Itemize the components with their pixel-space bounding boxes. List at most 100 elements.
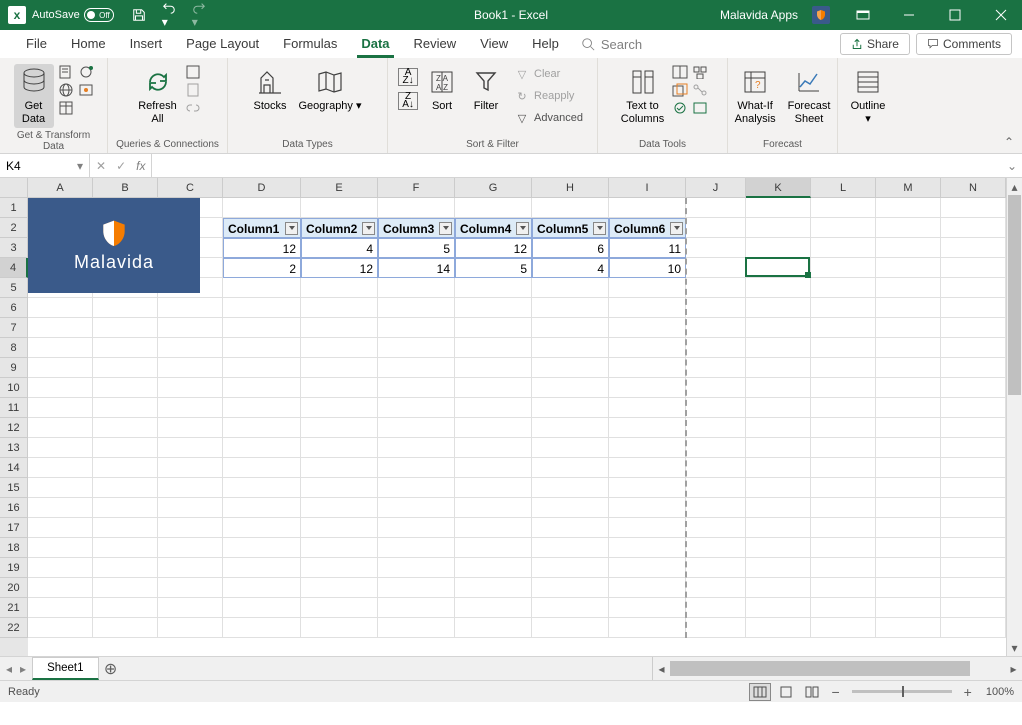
cell-A20[interactable] <box>28 578 93 598</box>
cell-D1[interactable] <box>223 198 301 218</box>
cell-H12[interactable] <box>532 418 609 438</box>
cell-M22[interactable] <box>876 618 941 638</box>
cell-N22[interactable] <box>941 618 1006 638</box>
col-header-C[interactable]: C <box>158 178 223 198</box>
cell-J2[interactable] <box>686 218 746 238</box>
cell-F2[interactable]: Column3 <box>378 218 455 238</box>
cell-A9[interactable] <box>28 358 93 378</box>
cell-K7[interactable] <box>746 318 811 338</box>
menu-tab-help[interactable]: Help <box>520 30 571 58</box>
cell-F7[interactable] <box>378 318 455 338</box>
sort-button[interactable]: Z AA Z Sort <box>422 64 462 115</box>
fx-icon[interactable]: fx <box>136 159 145 173</box>
cell-K6[interactable] <box>746 298 811 318</box>
cell-J15[interactable] <box>686 478 746 498</box>
cell-D18[interactable] <box>223 538 301 558</box>
cell-E12[interactable] <box>301 418 378 438</box>
cell-H16[interactable] <box>532 498 609 518</box>
whatif-analysis-button[interactable]: ? What-IfAnalysis <box>731 64 780 128</box>
col-header-H[interactable]: H <box>532 178 609 198</box>
cell-E19[interactable] <box>301 558 378 578</box>
consolidate-icon[interactable] <box>692 64 708 80</box>
cell-C20[interactable] <box>158 578 223 598</box>
cell-M13[interactable] <box>876 438 941 458</box>
cell-N21[interactable] <box>941 598 1006 618</box>
cell-L21[interactable] <box>811 598 876 618</box>
cell-B22[interactable] <box>93 618 158 638</box>
col-header-I[interactable]: I <box>609 178 686 198</box>
cell-M4[interactable] <box>876 258 941 278</box>
cell-C10[interactable] <box>158 378 223 398</box>
col-header-N[interactable]: N <box>941 178 1006 198</box>
cell-L16[interactable] <box>811 498 876 518</box>
cell-E14[interactable] <box>301 458 378 478</box>
cell-L11[interactable] <box>811 398 876 418</box>
minimize-button[interactable] <box>888 0 930 30</box>
cell-K12[interactable] <box>746 418 811 438</box>
cell-I7[interactable] <box>609 318 686 338</box>
properties-icon[interactable] <box>185 82 201 98</box>
cell-B7[interactable] <box>93 318 158 338</box>
cell-H14[interactable] <box>532 458 609 478</box>
cell-I22[interactable] <box>609 618 686 638</box>
cell-L9[interactable] <box>811 358 876 378</box>
expand-formula-icon[interactable]: ⌄ <box>1002 154 1022 177</box>
cell-G12[interactable] <box>455 418 532 438</box>
cell-L2[interactable] <box>811 218 876 238</box>
cell-L3[interactable] <box>811 238 876 258</box>
cell-E2[interactable]: Column2 <box>301 218 378 238</box>
row-header-15[interactable]: 15 <box>0 478 28 498</box>
cell-H22[interactable] <box>532 618 609 638</box>
cell-F5[interactable] <box>378 278 455 298</box>
normal-view-icon[interactable] <box>749 683 771 701</box>
cell-E22[interactable] <box>301 618 378 638</box>
forecast-sheet-button[interactable]: ForecastSheet <box>784 64 835 128</box>
cell-M18[interactable] <box>876 538 941 558</box>
cell-C11[interactable] <box>158 398 223 418</box>
cell-A19[interactable] <box>28 558 93 578</box>
cell-K2[interactable] <box>746 218 811 238</box>
cell-H18[interactable] <box>532 538 609 558</box>
cell-E1[interactable] <box>301 198 378 218</box>
cell-K8[interactable] <box>746 338 811 358</box>
cell-I13[interactable] <box>609 438 686 458</box>
cell-K11[interactable] <box>746 398 811 418</box>
cell-I6[interactable] <box>609 298 686 318</box>
relationships-icon[interactable] <box>692 82 708 98</box>
row-header-16[interactable]: 16 <box>0 498 28 518</box>
col-header-E[interactable]: E <box>301 178 378 198</box>
cell-H15[interactable] <box>532 478 609 498</box>
cell-J1[interactable] <box>686 198 746 218</box>
zoom-slider[interactable] <box>852 690 952 693</box>
row-header-5[interactable]: 5 <box>0 278 28 298</box>
cell-F22[interactable] <box>378 618 455 638</box>
cell-K1[interactable] <box>746 198 811 218</box>
cell-B11[interactable] <box>93 398 158 418</box>
cell-J7[interactable] <box>686 318 746 338</box>
cell-N13[interactable] <box>941 438 1006 458</box>
cell-J13[interactable] <box>686 438 746 458</box>
cell-I21[interactable] <box>609 598 686 618</box>
cell-L15[interactable] <box>811 478 876 498</box>
cell-H21[interactable] <box>532 598 609 618</box>
cell-A11[interactable] <box>28 398 93 418</box>
row-header-17[interactable]: 17 <box>0 518 28 538</box>
cell-K3[interactable] <box>746 238 811 258</box>
ribbon-display-icon[interactable] <box>842 0 884 30</box>
cell-I17[interactable] <box>609 518 686 538</box>
cell-G9[interactable] <box>455 358 532 378</box>
cell-D15[interactable] <box>223 478 301 498</box>
cell-B12[interactable] <box>93 418 158 438</box>
cell-L19[interactable] <box>811 558 876 578</box>
cell-M7[interactable] <box>876 318 941 338</box>
cell-M17[interactable] <box>876 518 941 538</box>
cell-I2[interactable]: Column6 <box>609 218 686 238</box>
cell-M11[interactable] <box>876 398 941 418</box>
cell-F1[interactable] <box>378 198 455 218</box>
zoom-out-button[interactable]: − <box>827 684 843 700</box>
text-to-columns-button[interactable]: Text toColumns <box>617 64 668 128</box>
flash-fill-icon[interactable] <box>672 64 688 80</box>
cell-H9[interactable] <box>532 358 609 378</box>
cell-E4[interactable]: 12 <box>301 258 378 278</box>
cell-E10[interactable] <box>301 378 378 398</box>
